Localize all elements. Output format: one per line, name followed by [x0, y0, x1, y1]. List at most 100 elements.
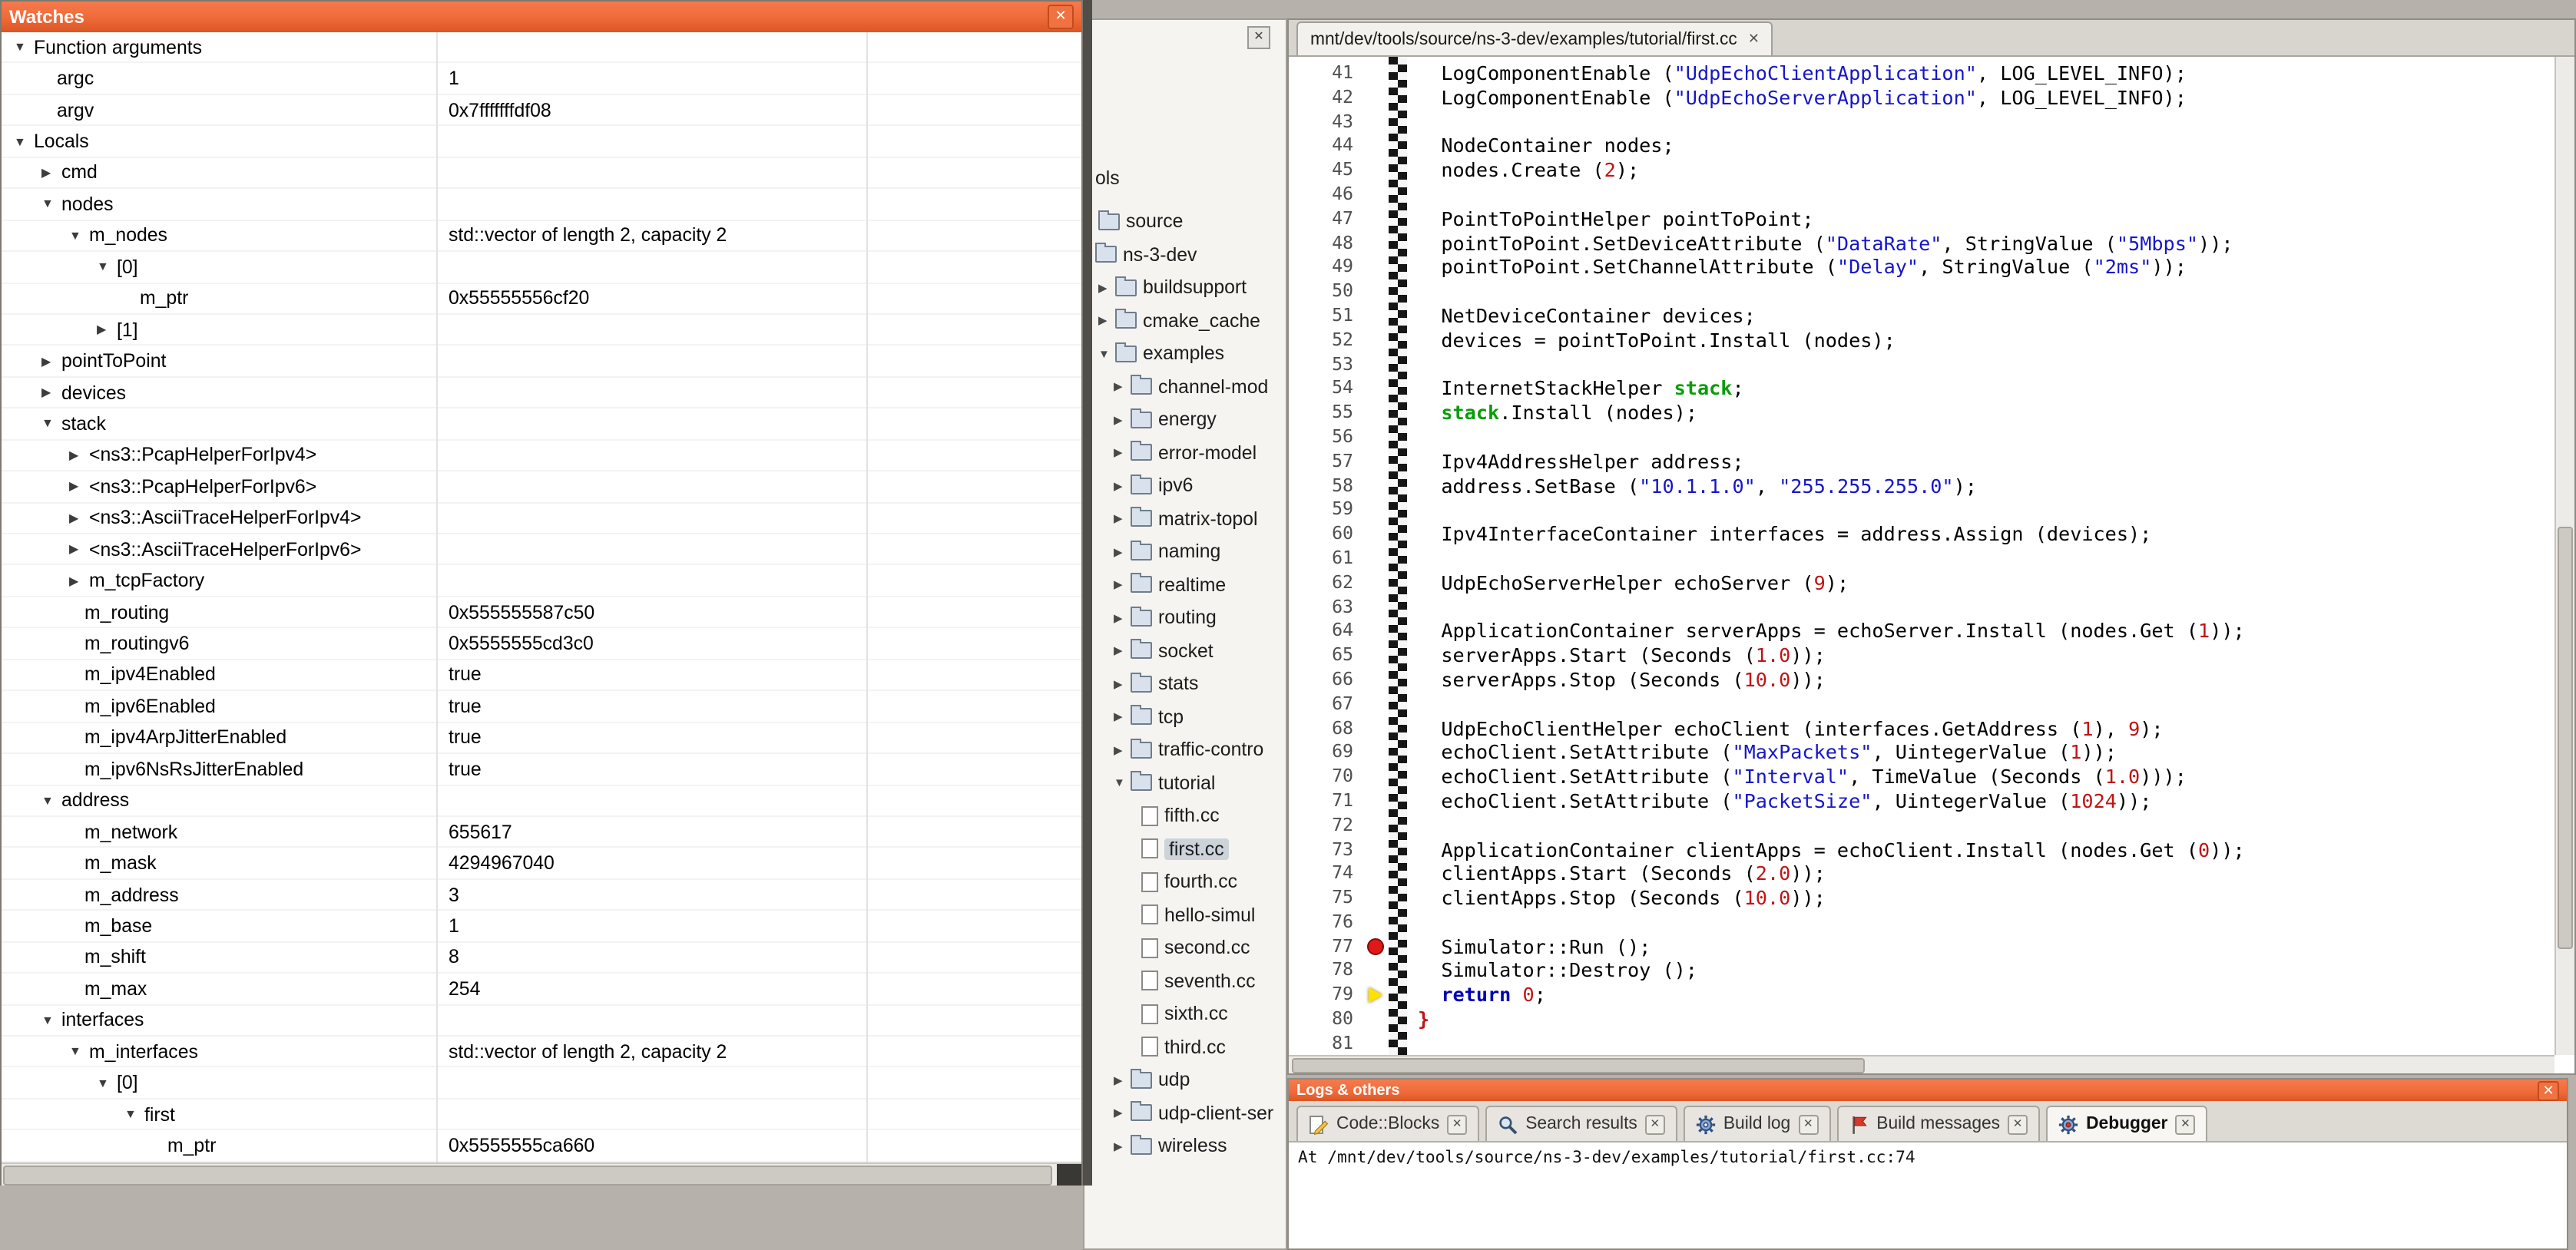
- watch-row[interactable]: ▶pointToPoint: [2, 346, 1081, 378]
- watch-row[interactable]: ▶<ns3::PcapHelperForIpv6>: [2, 471, 1081, 503]
- line-number[interactable]: 70: [1289, 765, 1366, 789]
- tree-item-source[interactable]: source: [1086, 205, 1286, 238]
- tree-item-matrix-topol[interactable]: ▶matrix-topol: [1086, 502, 1286, 535]
- watch-row[interactable]: ▼stack: [2, 409, 1081, 441]
- watch-row[interactable]: m_ptr0x55555556cf20: [2, 283, 1081, 315]
- expand-arrow-icon[interactable]: ▶: [69, 448, 89, 462]
- collapse-arrow-icon[interactable]: ▼: [69, 229, 89, 243]
- watches-title-bar[interactable]: Watches ✕: [2, 2, 1081, 32]
- watch-row[interactable]: ▼first: [2, 1100, 1081, 1131]
- tree-item-error-model[interactable]: ▶error-model: [1086, 436, 1286, 469]
- watch-row[interactable]: m_base1: [2, 911, 1081, 943]
- tree-item-udp-client-ser[interactable]: ▶udp-client-ser: [1086, 1096, 1286, 1129]
- tree-item-realtime[interactable]: ▶realtime: [1086, 568, 1286, 601]
- close-icon[interactable]: ✕: [1048, 5, 1074, 29]
- watch-row[interactable]: ▼[0]: [2, 1068, 1081, 1100]
- tree-item-wireless[interactable]: ▶wireless: [1086, 1129, 1286, 1162]
- tree-item-fifth-cc[interactable]: fifth.cc: [1086, 799, 1286, 832]
- breakpoint-margin[interactable]: [1366, 474, 1389, 498]
- collapse-arrow-icon[interactable]: ▼: [1114, 776, 1131, 790]
- watch-row[interactable]: ▼Locals: [2, 127, 1081, 158]
- line-number[interactable]: 74: [1289, 862, 1366, 887]
- expand-arrow-icon[interactable]: ▶: [1114, 743, 1131, 757]
- tree-item-third-cc[interactable]: third.cc: [1086, 1030, 1286, 1063]
- breakpoint-margin[interactable]: [1366, 450, 1389, 475]
- line-number[interactable]: 75: [1289, 886, 1366, 911]
- watch-row[interactable]: ▼interfaces: [2, 1005, 1081, 1037]
- tree-item-naming[interactable]: ▶naming: [1086, 535, 1286, 568]
- scrollbar-thumb[interactable]: [1292, 1058, 1865, 1073]
- expand-arrow-icon[interactable]: ▶: [1114, 545, 1131, 559]
- collapse-arrow-icon[interactable]: ▼: [69, 1044, 89, 1058]
- close-icon[interactable]: ✕: [1447, 1114, 1467, 1134]
- watch-row[interactable]: ▼m_nodesstd::vector of length 2, capacit…: [2, 220, 1081, 252]
- collapse-arrow-icon[interactable]: ▼: [14, 40, 34, 54]
- breakpoint-margin[interactable]: [1366, 158, 1389, 183]
- breakpoint-margin[interactable]: [1366, 329, 1389, 353]
- line-number[interactable]: 65: [1289, 643, 1366, 668]
- breakpoint-margin[interactable]: [1366, 134, 1389, 159]
- tree-item-sixth-cc[interactable]: sixth.cc: [1086, 997, 1286, 1030]
- logs-tab-build-log[interactable]: Build log✕: [1684, 1106, 1830, 1141]
- line-number[interactable]: 52: [1289, 329, 1366, 353]
- breakpoint-margin[interactable]: [1366, 207, 1389, 232]
- expand-arrow-icon[interactable]: ▶: [1114, 578, 1131, 592]
- breakpoint-icon[interactable]: [1367, 938, 1384, 954]
- logs-tab-build-messages[interactable]: Build messages✕: [1836, 1106, 2040, 1141]
- line-number[interactable]: 47: [1289, 207, 1366, 232]
- watch-row[interactable]: ▶[1]: [2, 315, 1081, 346]
- collapse-arrow-icon[interactable]: ▼: [41, 1014, 61, 1027]
- tree-item-buildsupport[interactable]: ▶buildsupport: [1086, 271, 1286, 304]
- breakpoint-margin[interactable]: [1366, 668, 1389, 693]
- expand-arrow-icon[interactable]: ▶: [1114, 677, 1131, 691]
- expand-arrow-icon[interactable]: ▶: [69, 542, 89, 556]
- breakpoint-margin[interactable]: [1366, 377, 1389, 402]
- breakpoint-margin[interactable]: [1366, 425, 1389, 450]
- watch-row[interactable]: ▶<ns3::AsciiTraceHelperForIpv4>: [2, 503, 1081, 534]
- collapse-arrow-icon[interactable]: ▼: [124, 1107, 144, 1121]
- line-number[interactable]: 73: [1289, 838, 1366, 862]
- watches-horizontal-scrollbar[interactable]: [2, 1162, 1081, 1186]
- collapse-arrow-icon[interactable]: ▼: [1098, 347, 1115, 361]
- line-number[interactable]: 55: [1289, 401, 1366, 425]
- line-number[interactable]: 76: [1289, 911, 1366, 935]
- watch-row[interactable]: m_shift8: [2, 942, 1081, 974]
- line-number[interactable]: 44: [1289, 134, 1366, 159]
- collapse-arrow-icon[interactable]: ▼: [14, 134, 34, 148]
- line-number[interactable]: 66: [1289, 668, 1366, 693]
- expand-arrow-icon[interactable]: ▶: [1114, 644, 1131, 658]
- logs-tab-code-blocks[interactable]: Code::Blocks✕: [1296, 1106, 1479, 1141]
- expand-arrow-icon[interactable]: ▶: [41, 385, 61, 399]
- watch-row[interactable]: ▼Function arguments: [2, 32, 1081, 64]
- breakpoint-margin[interactable]: [1366, 886, 1389, 911]
- watch-row[interactable]: m_ipv6NsRsJitterEnabledtrue: [2, 754, 1081, 785]
- line-number[interactable]: 54: [1289, 377, 1366, 402]
- breakpoint-margin[interactable]: [1366, 61, 1389, 86]
- line-number[interactable]: 69: [1289, 741, 1366, 766]
- line-number[interactable]: 45: [1289, 158, 1366, 183]
- line-number[interactable]: 68: [1289, 716, 1366, 741]
- watch-row[interactable]: argv0x7fffffffdf08: [2, 95, 1081, 127]
- expand-arrow-icon[interactable]: ▶: [69, 480, 89, 494]
- watch-row[interactable]: m_mask4294967040: [2, 848, 1081, 880]
- close-icon[interactable]: ✕: [2538, 1080, 2559, 1100]
- line-number[interactable]: 72: [1289, 813, 1366, 838]
- line-number[interactable]: 48: [1289, 231, 1366, 256]
- tree-item-second-cc[interactable]: second.cc: [1086, 931, 1286, 964]
- breakpoint-margin[interactable]: [1366, 110, 1389, 134]
- breakpoint-margin[interactable]: [1366, 765, 1389, 789]
- line-number[interactable]: 77: [1289, 934, 1366, 959]
- line-number[interactable]: 64: [1289, 620, 1366, 644]
- line-number[interactable]: 63: [1289, 595, 1366, 620]
- scrollbar-thumb[interactable]: [3, 1166, 1052, 1186]
- line-number[interactable]: 78: [1289, 959, 1366, 984]
- watch-row[interactable]: argc1: [2, 64, 1081, 95]
- tree-item-hello-simul[interactable]: hello-simul: [1086, 898, 1286, 931]
- editor-vertical-scrollbar[interactable]: [2554, 57, 2574, 1055]
- watch-row[interactable]: ▼address: [2, 785, 1081, 817]
- breakpoint-margin[interactable]: [1366, 716, 1389, 741]
- breakpoint-margin[interactable]: [1366, 256, 1389, 280]
- collapse-arrow-icon[interactable]: ▼: [97, 1076, 117, 1090]
- line-number[interactable]: 60: [1289, 522, 1366, 547]
- watch-row[interactable]: ▼m_interfacesstd::vector of length 2, ca…: [2, 1037, 1081, 1068]
